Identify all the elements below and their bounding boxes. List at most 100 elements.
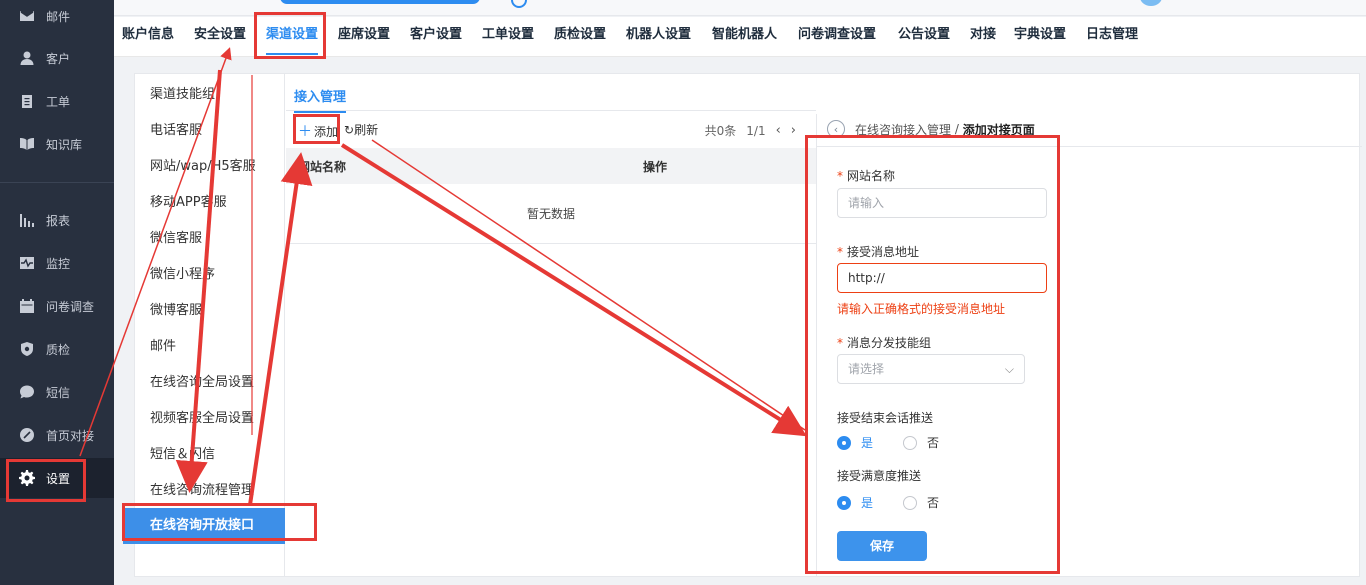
- main-panel: 渠道技能组 电话客服 网站/wap/H5客服 移动APP客服 微信客服 微信小程…: [123, 73, 1362, 577]
- chevron-down-icon: ⌵: [1004, 362, 1014, 376]
- skill-group-placeholder: 请选择: [848, 362, 885, 376]
- sidebar-divider: [0, 182, 114, 183]
- radio-dot: [837, 435, 851, 450]
- sidebar-item-home-integration[interactable]: 首页对接: [0, 415, 114, 455]
- required-mark: *: [837, 245, 843, 259]
- plus-icon: ＋: [298, 124, 312, 140]
- tab-robot-settings[interactable]: 机器人设置: [626, 17, 691, 57]
- add-integration-panel: ‹ 在线咨询接入管理 / 添加对接页面 * 网站名称 * 接受消息地址 请输入正确格…: [816, 114, 1362, 576]
- tab-integration[interactable]: 对接: [970, 17, 996, 57]
- access-management: 接入管理 ＋添加 ↻刷新 共0条 1/1 ‹ › 网站名称 操作 暂无数据: [286, 74, 816, 576]
- sidebar-item-ticket[interactable]: 工单: [0, 81, 114, 121]
- add-button[interactable]: ＋添加: [298, 121, 338, 141]
- sidebar-item-label: 工单: [46, 94, 71, 109]
- sidebar: 邮件 客户 工单 知识库 报表 监控 问卷调查 质检 短信 首页对接 设置: [0, 0, 114, 585]
- radio-dot: [903, 435, 917, 450]
- tab-channel-settings[interactable]: 渠道设置: [266, 17, 319, 57]
- satisfaction-push-yes-radio[interactable]: 是: [837, 494, 873, 511]
- tab-dictionary-settings[interactable]: 宇典设置: [1014, 17, 1066, 57]
- page-indicator: 1/1: [746, 123, 766, 138]
- channel-menu-item[interactable]: 微信小程序: [135, 257, 285, 293]
- site-name-label-text: 网站名称: [847, 169, 896, 183]
- channel-menu-item[interactable]: 微信客服: [135, 221, 285, 257]
- tab-log-management[interactable]: 日志管理: [1086, 17, 1138, 57]
- app-root: 邮件 客户 工单 知识库 报表 监控 问卷调查 质检 短信 首页对接 设置 账户…: [0, 0, 1366, 585]
- skill-group-label-text: 消息分发技能组: [847, 336, 932, 350]
- avatar[interactable]: [1140, 0, 1162, 6]
- sidebar-item-report[interactable]: 报表: [0, 200, 114, 240]
- tab-ticket-settings[interactable]: 工单设置: [482, 17, 534, 57]
- message-url-label-text: 接受消息地址: [847, 245, 920, 259]
- tab-customer-settings[interactable]: 客户设置: [410, 17, 462, 57]
- tab-seat-settings[interactable]: 座席设置: [338, 17, 390, 57]
- radio-dot: [837, 495, 851, 510]
- chevron-left-icon[interactable]: ‹: [776, 123, 781, 138]
- radio-label: 否: [927, 436, 940, 450]
- sidebar-item-settings[interactable]: 设置: [0, 458, 114, 498]
- sidebar-item-survey[interactable]: 问卷调查: [0, 286, 114, 326]
- tab-account-info[interactable]: 账户信息: [122, 17, 174, 57]
- end-push-yes-radio[interactable]: 是: [837, 434, 873, 451]
- site-name-input[interactable]: [837, 188, 1047, 218]
- channel-menu-item[interactable]: 电话客服: [135, 113, 285, 149]
- tab-notice-settings[interactable]: 公告设置: [898, 17, 950, 57]
- required-mark: *: [837, 336, 843, 350]
- channel-menu-item[interactable]: 渠道技能组: [135, 77, 285, 113]
- search-bar[interactable]: [280, 0, 480, 4]
- tab-smart-robot[interactable]: 智能机器人: [712, 17, 777, 57]
- sidebar-item-label: 问卷调查: [46, 299, 95, 314]
- breadcrumb: ‹ 在线咨询接入管理 / 添加对接页面: [827, 120, 1035, 138]
- channel-menu-item[interactable]: 移动APP客服: [135, 185, 285, 221]
- channel-menu-item[interactable]: 在线咨询全局设置: [135, 365, 285, 401]
- breadcrumb-current: 添加对接页面: [962, 122, 1035, 137]
- message-url-error: 请输入正确格式的接受消息地址: [837, 302, 1006, 316]
- skill-group-select[interactable]: 请选择 ⌵: [837, 354, 1025, 384]
- channel-menu-item[interactable]: 网站/wap/H5客服: [135, 149, 285, 185]
- sidebar-item-label: 质检: [46, 342, 71, 357]
- channel-menu-item[interactable]: 短信＆闪信: [135, 437, 285, 473]
- shield-icon: [18, 340, 36, 358]
- back-icon[interactable]: ‹: [827, 120, 845, 138]
- user-icon: [18, 49, 36, 67]
- pulse-icon: [18, 254, 36, 272]
- table-header: 网站名称 操作: [286, 148, 816, 184]
- channel-menu-item[interactable]: 在线咨询流程管理: [135, 473, 285, 509]
- breadcrumb-parent[interactable]: 在线咨询接入管理: [855, 121, 951, 138]
- divider: [817, 146, 1362, 147]
- total-count: 共0条: [704, 124, 737, 138]
- required-mark: *: [837, 169, 843, 183]
- sidebar-item-qc[interactable]: 质检: [0, 329, 114, 369]
- calendar-icon: [18, 297, 36, 315]
- message-url-input[interactable]: [837, 263, 1047, 293]
- chevron-right-icon[interactable]: ›: [791, 123, 796, 138]
- column-site-name: 网站名称: [298, 159, 347, 174]
- tab-security-settings[interactable]: 安全设置: [194, 17, 246, 57]
- channel-menu-item[interactable]: 视频客服全局设置: [135, 401, 285, 437]
- tab-access-management[interactable]: 接入管理: [294, 86, 347, 113]
- sidebar-item-monitor[interactable]: 监控: [0, 243, 114, 283]
- channel-menu-item[interactable]: 邮件: [135, 329, 285, 365]
- column-action: 操作: [643, 159, 668, 174]
- bar-chart-icon: [18, 211, 36, 229]
- channel-menu: 渠道技能组 电话客服 网站/wap/H5客服 移动APP客服 微信客服 微信小程…: [123, 74, 285, 576]
- pagination: 共0条 1/1 ‹ ›: [705, 122, 796, 139]
- refresh-icon: ↻: [344, 123, 355, 137]
- satisfaction-push-no-radio[interactable]: 否: [903, 494, 939, 511]
- refresh-button[interactable]: ↻刷新: [344, 121, 378, 138]
- tab-survey-settings[interactable]: 问卷调查设置: [798, 17, 876, 57]
- sidebar-item-knowledge[interactable]: 知识库: [0, 124, 114, 164]
- status-icon[interactable]: [511, 0, 527, 8]
- end-push-no-radio[interactable]: 否: [903, 434, 939, 451]
- sidebar-item-mail[interactable]: 邮件: [0, 0, 114, 36]
- sidebar-item-customer[interactable]: 客户: [0, 38, 114, 78]
- tab-qc-settings[interactable]: 质检设置: [554, 17, 606, 57]
- save-button[interactable]: 保存: [837, 531, 927, 561]
- sidebar-item-sms[interactable]: 短信: [0, 372, 114, 412]
- message-url-label: * 接受消息地址: [837, 243, 919, 260]
- satisfaction-push-label: 接受满意度推送: [837, 469, 922, 483]
- add-label: 添加: [314, 125, 339, 139]
- channel-menu-item[interactable]: 微博客服: [135, 293, 285, 329]
- channel-menu-item-open-api[interactable]: 在线咨询开放接口: [123, 508, 285, 544]
- sidebar-item-label: 报表: [46, 213, 71, 228]
- refresh-label: 刷新: [354, 123, 379, 137]
